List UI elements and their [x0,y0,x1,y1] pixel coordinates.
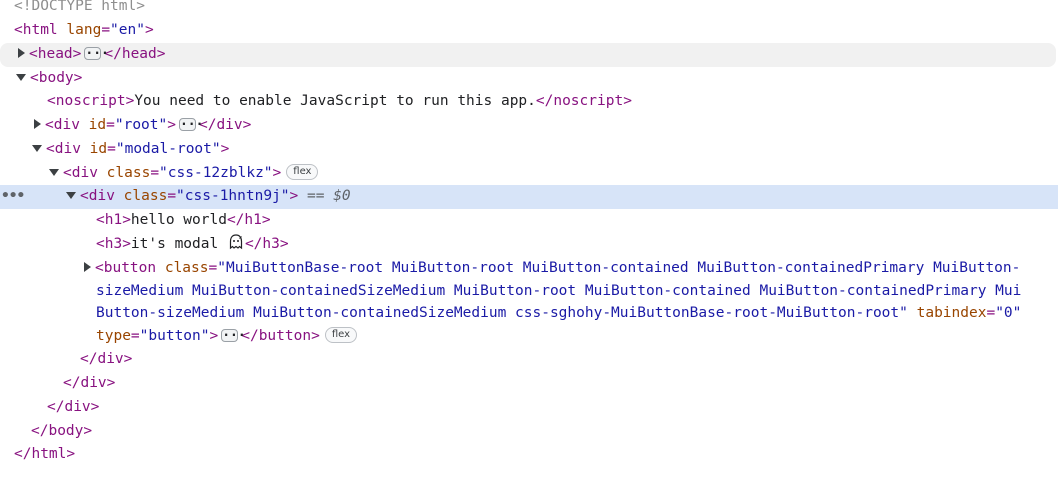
collapse-triangle-icon[interactable] [16,73,26,81]
modal-root-id-value: "modal-root" [115,141,221,157]
dom-line-div-root[interactable]: <div id="root"> ...</div> [0,114,1058,138]
dom-line-button-wrap-4: type="button"> ...</button> flex [0,325,1058,349]
h3-text: it's modal [130,236,227,252]
dom-line-body-open[interactable]: <body> [0,67,1058,91]
dom-line-div-modal-root[interactable]: <div id="modal-root"> [0,138,1058,162]
button-class-value-line3: Button-sizeMedium MuiButton-containedSiz… [96,305,908,321]
dom-line-div-close[interactable]: </div> [0,348,1058,372]
expand-triangle-icon[interactable] [84,262,91,272]
dom-line-doctype[interactable]: <!DOCTYPE html> [0,0,1058,19]
dom-line-div-css-12zblkz[interactable]: <div class="css-12zblkz"> flex [0,162,1058,186]
collapse-triangle-icon[interactable] [66,191,76,199]
elements-panel-dom-tree: <!DOCTYPE html> <html lang="en"> <head>.… [0,0,1058,495]
expand-triangle-icon[interactable] [18,48,25,58]
ghost-emoji-icon [227,233,245,251]
flex-badge[interactable]: flex [286,164,319,180]
dom-line-button[interactable]: <button class="MuiButtonBase-root MuiBut… [0,257,1058,281]
dom-line-html-close[interactable]: </html> [0,443,1058,467]
dom-line-div-close[interactable]: </div> [0,372,1058,396]
dom-line-noscript[interactable]: <noscript>You need to enable JavaScript … [0,90,1058,114]
selected-class-value: "css-1hntn9j" [176,188,290,204]
html-tag: <html [14,22,58,38]
collapsed-ellipsis-icon[interactable]: ... [221,326,246,342]
button-class-value-line1: "MuiButtonBase-root MuiButton-root MuiBu… [217,260,1021,276]
head-open-tag: <head> [29,46,82,62]
dom-line-button-wrap-3: Button-sizeMedium MuiButton-containedSiz… [96,305,1022,321]
collapsed-ellipsis-icon[interactable]: ... [178,115,203,131]
body-open-tag: <body> [30,70,83,86]
expand-triangle-icon[interactable] [34,119,41,129]
dom-line-h3[interactable]: <h3>it's modal </h3> [0,233,1058,257]
head-close-tag: </head> [104,46,166,62]
dom-line-head[interactable]: <head> ...</head> [0,43,1056,67]
root-id-value: "root" [114,117,168,133]
noscript-text: You need to enable JavaScript to run thi… [134,93,536,109]
collapsed-ellipsis-icon[interactable]: ... [84,44,109,60]
dom-line-button-wrap-2: sizeMedium MuiButton-containedSizeMedium… [0,280,1058,304]
doctype-text: <!DOCTYPE html> [14,0,145,14]
collapse-triangle-icon[interactable] [32,144,42,152]
html-lang-attr: lang [66,22,102,38]
console-ref-label: == $0 [307,188,351,204]
h1-text: hello world [130,212,227,228]
flex-badge[interactable]: flex [324,327,358,343]
dom-line-body-close[interactable]: </body> [0,420,1058,444]
collapse-triangle-icon[interactable] [49,168,59,176]
dom-line-div-close[interactable]: </div> [0,396,1058,420]
dom-line-selected-div[interactable]: ••• <div class="css-1hntn9j"> == $0 [0,185,1058,209]
more-actions-icon[interactable]: ••• [1,185,25,209]
dom-line-h1[interactable]: <h1>hello world</h1> [0,209,1058,233]
html-lang-value: "en" [110,22,145,38]
dom-line-html-open[interactable]: <html lang="en"> [0,19,1058,43]
button-class-value-line2: sizeMedium MuiButton-containedSizeMedium… [96,283,1022,299]
